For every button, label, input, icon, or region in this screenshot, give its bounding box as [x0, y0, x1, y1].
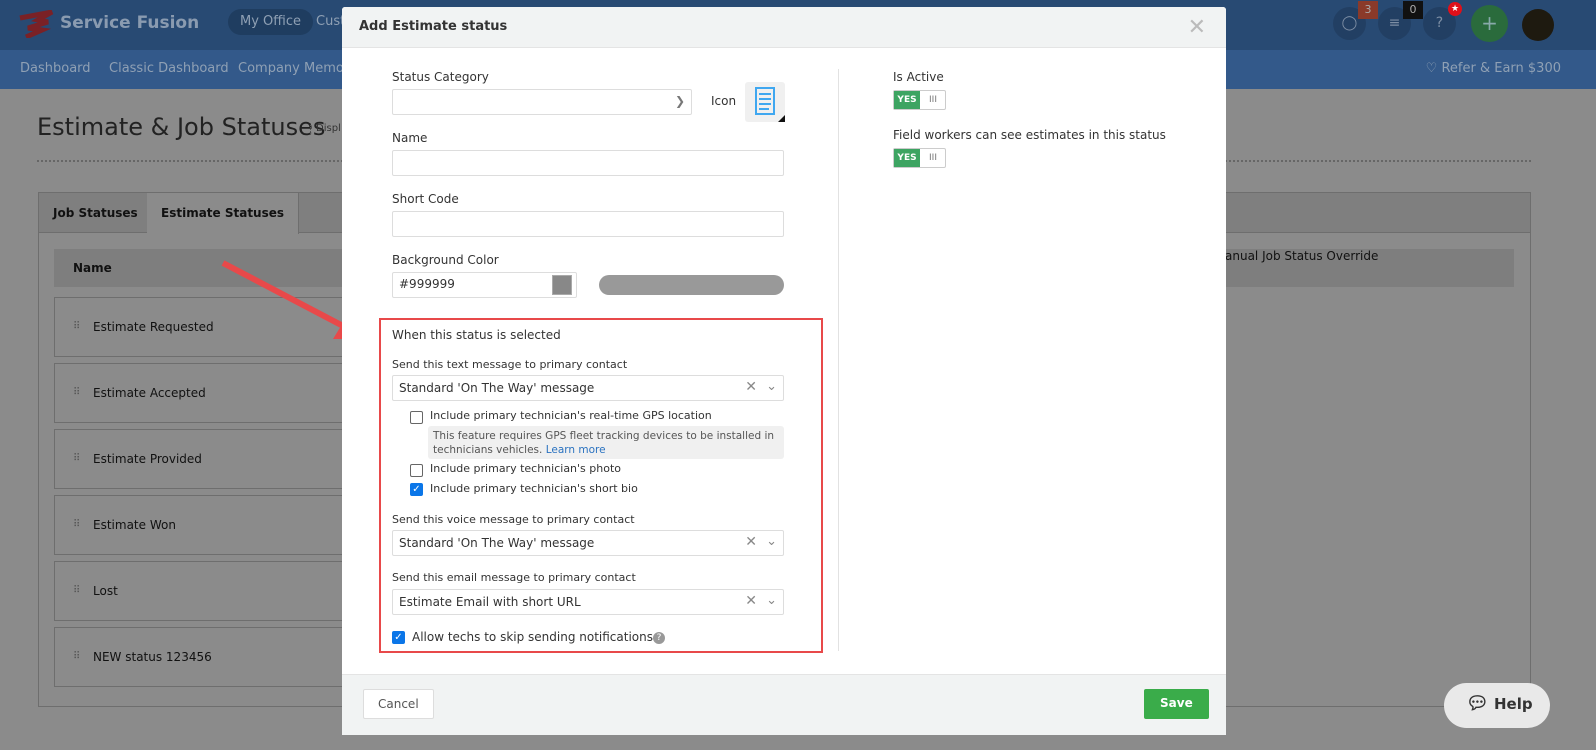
field-workers-label: Field workers can see estimates in this … [893, 128, 1166, 142]
subnav-dashboard[interactable]: Dashboard [20, 61, 91, 76]
page-title: Estimate & Job Statuses [37, 113, 326, 141]
question-help-icon[interactable]: ? [653, 632, 665, 644]
color-preview [599, 275, 784, 295]
gps-label: Include primary technician's real-time G… [430, 409, 712, 422]
modal-footer: Cancel Save [342, 674, 1226, 735]
chevron-down-icon: ❯ [674, 94, 685, 108]
text-message-label: Send this text message to primary contac… [392, 358, 628, 371]
icon-picker[interactable] [745, 82, 785, 122]
toggle-no: III [929, 153, 937, 163]
avatar[interactable] [1522, 9, 1554, 41]
chevron-down-icon[interactable]: ⌄ [766, 593, 777, 608]
subnav-company-memos[interactable]: Company Memos [238, 61, 351, 76]
nav-my-office[interactable]: My Office [228, 9, 313, 35]
drag-handle-icon[interactable]: ⠿ [73, 321, 80, 332]
bg-color-label: Background Color [392, 253, 499, 267]
help-widget-button[interactable]: 💬︎ Help [1444, 683, 1550, 728]
learn-more-link[interactable]: Learn more [546, 444, 606, 456]
refer-earn-link[interactable]: ♡ Refer & Earn $300 [1426, 61, 1561, 76]
add-button[interactable]: + [1471, 5, 1508, 42]
gps-checkbox[interactable] [410, 411, 423, 424]
cancel-button[interactable]: Cancel [363, 689, 434, 719]
clear-icon[interactable]: ✕ [745, 534, 757, 550]
page-subtitle: Displ [310, 123, 341, 134]
refer-label: Refer & Earn $300 [1441, 61, 1561, 76]
clear-icon[interactable]: ✕ [745, 379, 757, 395]
column-divider [838, 69, 839, 651]
email-message-label: Send this email message to primary conta… [392, 571, 636, 584]
bio-label: Include primary technician's short bio [430, 482, 638, 495]
name-input[interactable] [392, 150, 784, 176]
chat-bubble-icon: 💬︎ [1466, 693, 1489, 714]
drag-handle-icon[interactable]: ⠿ [73, 387, 80, 398]
status-category-label: Status Category [392, 70, 489, 84]
tab-job-statuses[interactable]: Job Statuses [39, 193, 153, 234]
service-fusion-logo [19, 10, 54, 38]
toggle-yes: YES [894, 91, 920, 109]
status-category-select[interactable]: ❯ [392, 89, 692, 115]
bg-color-value: #999999 [399, 277, 455, 291]
short-code-label: Short Code [392, 192, 459, 206]
skip-notifications-checkbox[interactable]: ✓ [392, 631, 405, 644]
drag-handle-icon[interactable]: ⠿ [73, 453, 80, 464]
clear-icon[interactable]: ✕ [745, 593, 757, 609]
add-estimate-status-modal: Add Estimate status ✕ Status Category ❯ … [342, 7, 1226, 735]
heart-icon: ♡ [1425, 61, 1442, 76]
is-active-toggle[interactable]: YES III [893, 90, 946, 110]
voice-message-label: Send this voice message to primary conta… [392, 513, 635, 526]
list-item[interactable]: ⠿ NEW status 123456 [54, 627, 354, 687]
short-code-input[interactable] [392, 211, 784, 237]
bio-checkbox[interactable]: ✓ [410, 483, 423, 496]
row-label: Estimate Won [93, 518, 176, 532]
text-message-select[interactable]: Standard 'On The Way' message ✕ ⌄ [392, 375, 784, 401]
row-label: NEW status 123456 [93, 650, 212, 664]
icon-label: Icon [711, 94, 737, 108]
column-override: anual Job Status Override [1225, 249, 1379, 263]
row-label: Estimate Accepted [93, 386, 206, 400]
drag-handle-icon[interactable]: ⠿ [73, 651, 80, 662]
row-label: Lost [93, 584, 118, 598]
row-label: Estimate Requested [93, 320, 214, 334]
name-label: Name [392, 131, 428, 145]
voice-message-select[interactable]: Standard 'On The Way' message ✕ ⌄ [392, 530, 784, 556]
toggle-yes: YES [894, 149, 920, 167]
close-icon[interactable]: ✕ [1188, 15, 1206, 40]
list-item[interactable]: ⠿ Lost [54, 561, 354, 621]
gps-note: This feature requires GPS fleet tracking… [428, 426, 784, 459]
color-swatch-button[interactable] [552, 275, 572, 295]
chat-badge: 3 [1358, 1, 1378, 19]
skip-notifications-label: Allow techs to skip sending notification… [412, 630, 653, 644]
photo-checkbox[interactable] [410, 464, 423, 477]
star-icon: ★ [1448, 2, 1462, 16]
list-item[interactable]: ⠿ Estimate Won [54, 495, 354, 555]
is-active-label: Is Active [893, 70, 944, 84]
modal-title: Add Estimate status [342, 7, 1226, 48]
chevron-down-icon[interactable]: ⌄ [766, 379, 777, 394]
field-workers-toggle[interactable]: YES III [893, 148, 946, 168]
save-button[interactable]: Save [1144, 689, 1209, 719]
row-label: Estimate Provided [93, 452, 202, 466]
when-selected-heading: When this status is selected [392, 328, 561, 342]
subnav-classic-dashboard[interactable]: Classic Dashboard [109, 61, 229, 76]
email-message-select[interactable]: Estimate Email with short URL ✕ ⌄ [392, 589, 784, 615]
drag-handle-icon[interactable]: ⠿ [73, 585, 80, 596]
tab-estimate-statuses[interactable]: Estimate Statuses [147, 193, 300, 234]
drag-handle-icon[interactable]: ⠿ [73, 519, 80, 530]
list-item[interactable]: ⠿ Estimate Provided [54, 429, 354, 489]
list-item[interactable]: ⠿ Estimate Accepted [54, 363, 354, 423]
nav-customers[interactable]: Cust [316, 14, 345, 29]
tasks-badge: 0 [1403, 1, 1423, 19]
toggle-no: III [929, 95, 937, 105]
text-message-value: Standard 'On The Way' message [399, 381, 595, 395]
chevron-down-icon[interactable]: ⌄ [766, 534, 777, 549]
document-list-icon [755, 87, 785, 122]
voice-message-value: Standard 'On The Way' message [399, 536, 595, 550]
bg-color-input[interactable]: #999999 [392, 272, 577, 298]
email-message-value: Estimate Email with short URL [399, 595, 581, 609]
photo-label: Include primary technician's photo [430, 462, 622, 475]
brand-name: Service Fusion [60, 13, 200, 33]
help-label: Help [1494, 695, 1533, 713]
